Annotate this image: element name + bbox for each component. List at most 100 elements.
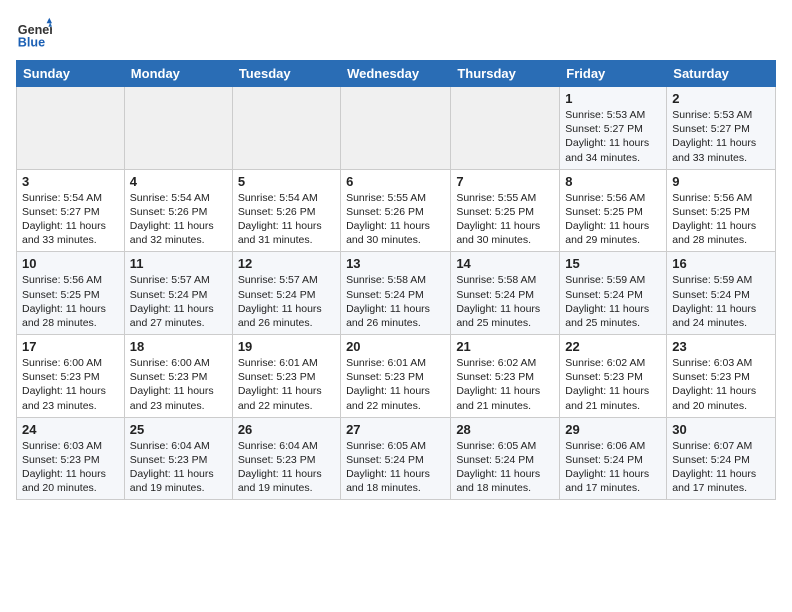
calendar-table: SundayMondayTuesdayWednesdayThursdayFrid…: [16, 60, 776, 500]
day-info: Sunrise: 5:56 AM Sunset: 5:25 PM Dayligh…: [565, 191, 661, 248]
calendar-cell: 24 Sunrise: 6:03 AM Sunset: 5:23 PM Dayli…: [17, 417, 125, 500]
day-info: Sunrise: 6:00 AM Sunset: 5:23 PM Dayligh…: [22, 356, 119, 413]
day-number: 24: [22, 422, 119, 437]
day-info: Sunrise: 6:03 AM Sunset: 5:23 PM Dayligh…: [672, 356, 770, 413]
calendar-cell: [17, 87, 125, 170]
day-number: 9: [672, 174, 770, 189]
calendar-cell: [341, 87, 451, 170]
calendar-cell: [124, 87, 232, 170]
calendar-week-row: 1 Sunrise: 5:53 AM Sunset: 5:27 PM Daylig…: [17, 87, 776, 170]
day-number: 20: [346, 339, 445, 354]
day-number: 27: [346, 422, 445, 437]
svg-text:Blue: Blue: [18, 36, 45, 50]
weekday-header: Wednesday: [341, 61, 451, 87]
calendar-cell: 29 Sunrise: 6:06 AM Sunset: 5:24 PM Dayli…: [560, 417, 667, 500]
day-info: Sunrise: 5:58 AM Sunset: 5:24 PM Dayligh…: [346, 273, 445, 330]
day-number: 13: [346, 256, 445, 271]
day-number: 21: [456, 339, 554, 354]
calendar-cell: 14 Sunrise: 5:58 AM Sunset: 5:24 PM Dayli…: [451, 252, 560, 335]
day-info: Sunrise: 6:00 AM Sunset: 5:23 PM Dayligh…: [130, 356, 227, 413]
day-info: Sunrise: 6:05 AM Sunset: 5:24 PM Dayligh…: [346, 439, 445, 496]
day-info: Sunrise: 6:01 AM Sunset: 5:23 PM Dayligh…: [346, 356, 445, 413]
day-number: 25: [130, 422, 227, 437]
calendar-cell: 22 Sunrise: 6:02 AM Sunset: 5:23 PM Dayli…: [560, 335, 667, 418]
calendar-cell: 19 Sunrise: 6:01 AM Sunset: 5:23 PM Dayli…: [232, 335, 340, 418]
calendar-cell: [232, 87, 340, 170]
day-number: 2: [672, 91, 770, 106]
day-info: Sunrise: 5:53 AM Sunset: 5:27 PM Dayligh…: [672, 108, 770, 165]
day-info: Sunrise: 6:06 AM Sunset: 5:24 PM Dayligh…: [565, 439, 661, 496]
weekday-header: Monday: [124, 61, 232, 87]
calendar-cell: 18 Sunrise: 6:00 AM Sunset: 5:23 PM Dayli…: [124, 335, 232, 418]
calendar-week-row: 10 Sunrise: 5:56 AM Sunset: 5:25 PM Dayli…: [17, 252, 776, 335]
day-info: Sunrise: 6:02 AM Sunset: 5:23 PM Dayligh…: [565, 356, 661, 413]
day-number: 26: [238, 422, 335, 437]
day-number: 30: [672, 422, 770, 437]
day-number: 4: [130, 174, 227, 189]
calendar-cell: 23Sunrise: 6:03 AM Sunset: 5:23 PM Dayli…: [667, 335, 776, 418]
day-info: Sunrise: 6:07 AM Sunset: 5:24 PM Dayligh…: [672, 439, 770, 496]
day-number: 12: [238, 256, 335, 271]
weekday-header: Sunday: [17, 61, 125, 87]
day-info: Sunrise: 6:04 AM Sunset: 5:23 PM Dayligh…: [238, 439, 335, 496]
day-info: Sunrise: 5:55 AM Sunset: 5:26 PM Dayligh…: [346, 191, 445, 248]
calendar-cell: 17 Sunrise: 6:00 AM Sunset: 5:23 PM Dayli…: [17, 335, 125, 418]
calendar-cell: 27 Sunrise: 6:05 AM Sunset: 5:24 PM Dayli…: [341, 417, 451, 500]
day-number: 28: [456, 422, 554, 437]
day-info: Sunrise: 5:58 AM Sunset: 5:24 PM Dayligh…: [456, 273, 554, 330]
weekday-header: Tuesday: [232, 61, 340, 87]
day-number: 10: [22, 256, 119, 271]
day-info: Sunrise: 5:54 AM Sunset: 5:26 PM Dayligh…: [238, 191, 335, 248]
day-number: 7: [456, 174, 554, 189]
calendar-cell: 11Sunrise: 5:57 AM Sunset: 5:24 PM Dayli…: [124, 252, 232, 335]
day-info: Sunrise: 5:56 AM Sunset: 5:25 PM Dayligh…: [22, 273, 119, 330]
day-number: 11: [130, 256, 227, 271]
calendar-cell: 26 Sunrise: 6:04 AM Sunset: 5:23 PM Dayli…: [232, 417, 340, 500]
calendar-cell: 9 Sunrise: 5:56 AM Sunset: 5:25 PM Daylig…: [667, 169, 776, 252]
calendar-cell: 21 Sunrise: 6:02 AM Sunset: 5:23 PM Dayli…: [451, 335, 560, 418]
calendar-cell: 16Sunrise: 5:59 AM Sunset: 5:24 PM Dayli…: [667, 252, 776, 335]
day-info: Sunrise: 6:02 AM Sunset: 5:23 PM Dayligh…: [456, 356, 554, 413]
day-number: 8: [565, 174, 661, 189]
day-number: 16: [672, 256, 770, 271]
calendar-cell: 8 Sunrise: 5:56 AM Sunset: 5:25 PM Daylig…: [560, 169, 667, 252]
calendar-cell: 6 Sunrise: 5:55 AM Sunset: 5:26 PM Daylig…: [341, 169, 451, 252]
calendar-cell: 1 Sunrise: 5:53 AM Sunset: 5:27 PM Daylig…: [560, 87, 667, 170]
day-number: 22: [565, 339, 661, 354]
calendar-cell: 10 Sunrise: 5:56 AM Sunset: 5:25 PM Dayli…: [17, 252, 125, 335]
day-number: 14: [456, 256, 554, 271]
calendar-cell: 3Sunrise: 5:54 AM Sunset: 5:27 PM Daylig…: [17, 169, 125, 252]
day-number: 1: [565, 91, 661, 106]
day-number: 6: [346, 174, 445, 189]
calendar-cell: 13 Sunrise: 5:58 AM Sunset: 5:24 PM Dayli…: [341, 252, 451, 335]
day-info: Sunrise: 5:54 AM Sunset: 5:26 PM Dayligh…: [130, 191, 227, 248]
day-info: Sunrise: 6:01 AM Sunset: 5:23 PM Dayligh…: [238, 356, 335, 413]
day-number: 18: [130, 339, 227, 354]
calendar-cell: 12 Sunrise: 5:57 AM Sunset: 5:24 PM Dayli…: [232, 252, 340, 335]
day-number: 29: [565, 422, 661, 437]
day-number: 17: [22, 339, 119, 354]
day-info: Sunrise: 5:59 AM Sunset: 5:24 PM Dayligh…: [565, 273, 661, 330]
day-number: 19: [238, 339, 335, 354]
calendar-body: 1 Sunrise: 5:53 AM Sunset: 5:27 PM Daylig…: [17, 87, 776, 500]
day-info: Sunrise: 6:03 AM Sunset: 5:23 PM Dayligh…: [22, 439, 119, 496]
day-info: Sunrise: 5:55 AM Sunset: 5:25 PM Dayligh…: [456, 191, 554, 248]
logo: General Blue: [16, 16, 56, 52]
day-number: 3: [22, 174, 119, 189]
weekday-header: Friday: [560, 61, 667, 87]
weekday-header: Thursday: [451, 61, 560, 87]
calendar-cell: 25Sunrise: 6:04 AM Sunset: 5:23 PM Dayli…: [124, 417, 232, 500]
calendar-cell: [451, 87, 560, 170]
day-info: Sunrise: 5:56 AM Sunset: 5:25 PM Dayligh…: [672, 191, 770, 248]
day-number: 15: [565, 256, 661, 271]
page-header: General Blue: [16, 16, 776, 52]
calendar-cell: 4 Sunrise: 5:54 AM Sunset: 5:26 PM Daylig…: [124, 169, 232, 252]
calendar-cell: 30 Sunrise: 6:07 AM Sunset: 5:24 PM Dayli…: [667, 417, 776, 500]
day-info: Sunrise: 5:57 AM Sunset: 5:24 PM Dayligh…: [238, 273, 335, 330]
day-info: Sunrise: 5:53 AM Sunset: 5:27 PM Dayligh…: [565, 108, 661, 165]
logo-icon: General Blue: [16, 16, 52, 52]
calendar-cell: 2 Sunrise: 5:53 AM Sunset: 5:27 PM Daylig…: [667, 87, 776, 170]
calendar-week-row: 17 Sunrise: 6:00 AM Sunset: 5:23 PM Dayli…: [17, 335, 776, 418]
calendar-cell: 28Sunrise: 6:05 AM Sunset: 5:24 PM Dayli…: [451, 417, 560, 500]
calendar-header-row: SundayMondayTuesdayWednesdayThursdayFrid…: [17, 61, 776, 87]
